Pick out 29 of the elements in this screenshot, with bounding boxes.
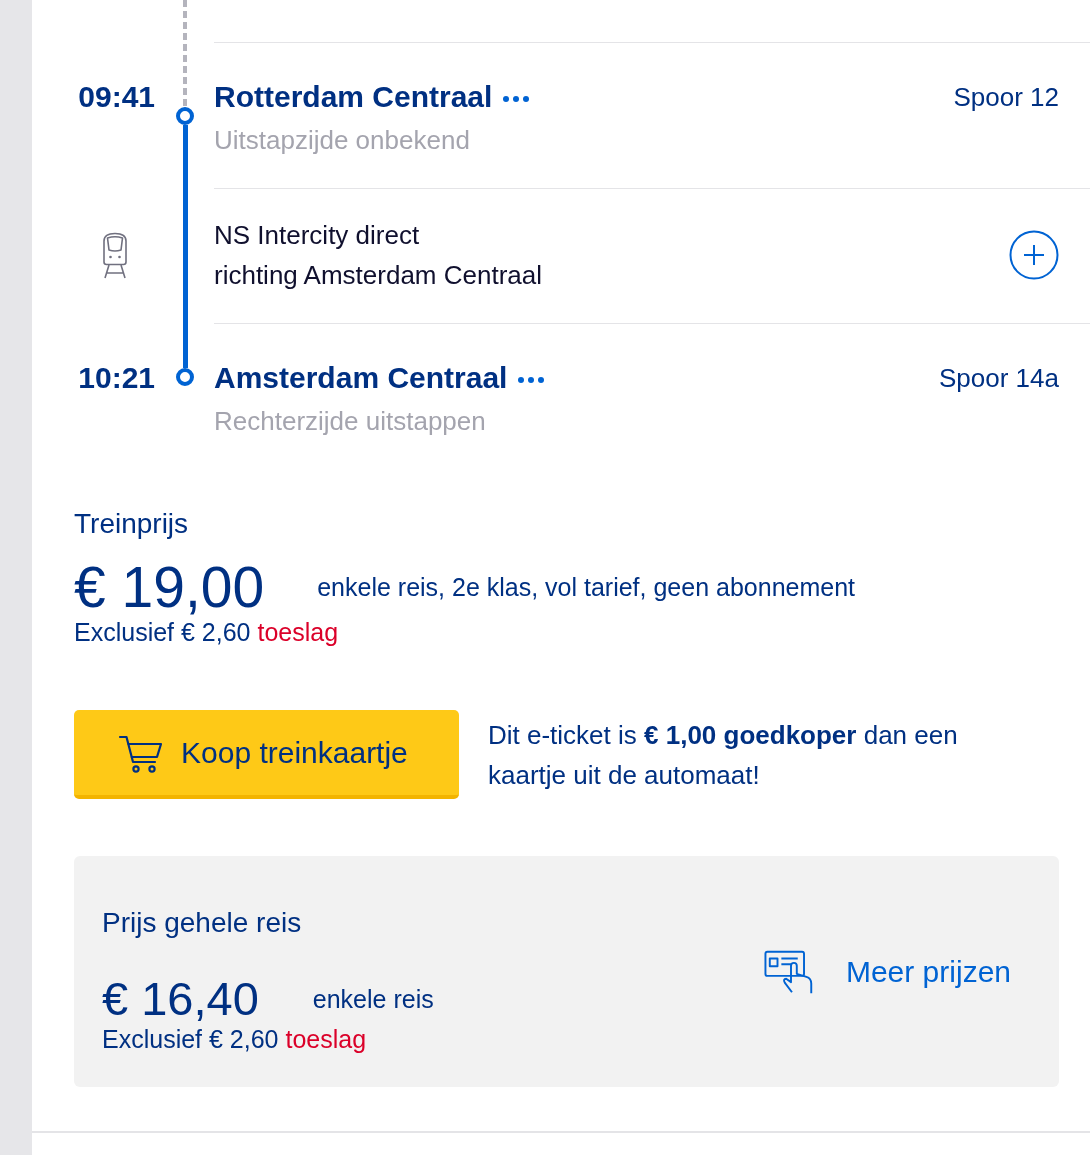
buy-ticket-button[interactable]: Koop treinkaartje <box>74 710 459 799</box>
stop-time: 10:21 <box>78 360 155 396</box>
train-service: NS Intercity direct <box>214 219 420 252</box>
fare-description: enkele reis, 2e klas, vol tarief, geen abonnement <box>317 572 856 603</box>
card-title: Prijs gehele reis <box>102 906 302 940</box>
promo-text: Dit e-ticket is € 1,00 goedkoper dan een kaartje uit de automaat! <box>488 718 959 792</box>
platform-label: Spoor 12 <box>953 81 1059 114</box>
exit-side-note: Uitstapzijde onbekend <box>214 125 470 155</box>
price-amount: € 16,40 <box>102 974 259 1024</box>
station-name: Amsterdam Centraal <box>214 360 508 396</box>
platform-label: Spoor 14a <box>939 362 1059 395</box>
section-title: Treinprijs <box>74 507 189 541</box>
exit-side-note: Rechterzijde uitstappen <box>214 406 486 436</box>
expand-icon[interactable] <box>1009 230 1059 280</box>
stop-marker-icon <box>176 107 194 125</box>
surcharge-link[interactable]: toeslag <box>285 1025 367 1053</box>
station-name: Rotterdam Centraal <box>214 79 493 115</box>
stop-time: 09:41 <box>78 79 155 115</box>
more-icon[interactable] <box>518 376 545 383</box>
more-icon[interactable] <box>503 95 530 102</box>
surcharge-text: Exclusief € 2,60 <box>74 618 251 646</box>
train-icon <box>100 231 130 280</box>
price-amount: € 19,00 <box>74 557 265 617</box>
stop-marker-icon <box>176 368 194 386</box>
fare-description: enkele reis <box>312 984 434 1015</box>
more-prices-link[interactable]: Meer prijzen <box>763 949 1011 995</box>
surcharge-text: Exclusief € 2,60 <box>102 1025 279 1053</box>
surcharge-link[interactable]: toeslag <box>257 618 339 646</box>
train-direction: richting Amsterdam Centraal <box>214 259 543 292</box>
